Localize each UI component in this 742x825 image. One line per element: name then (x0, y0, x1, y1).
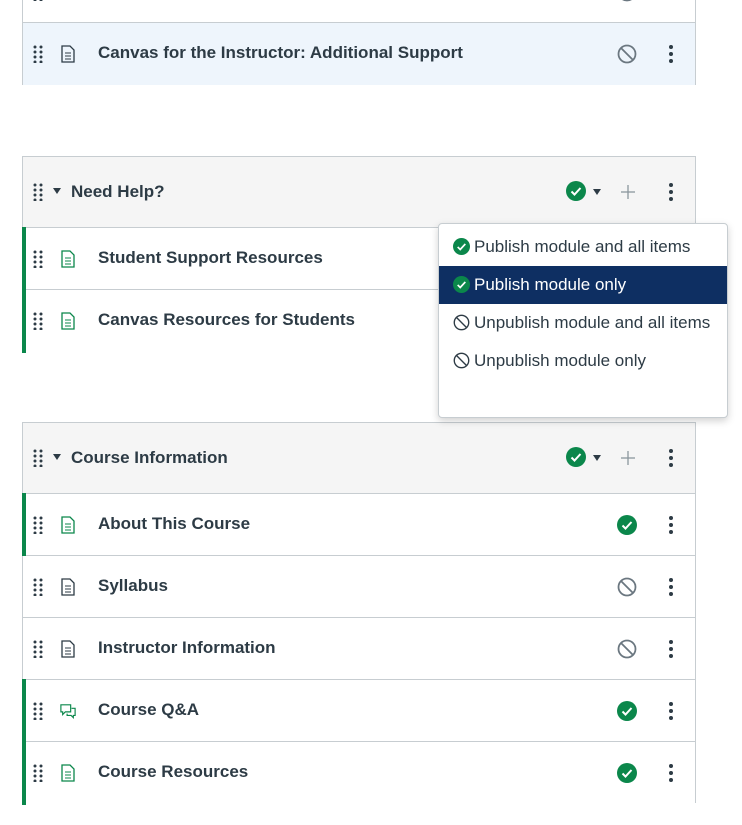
drag-handle-icon[interactable] (33, 312, 43, 330)
page-icon (61, 45, 75, 63)
module-item-title[interactable]: Syllabus (98, 556, 168, 616)
kebab-menu-icon[interactable] (663, 448, 679, 468)
kebab-menu-icon[interactable] (663, 182, 679, 202)
menu-item-unpublish-all[interactable]: Unpublish module and all items (439, 304, 727, 342)
module-item[interactable]: Instructor Information (23, 618, 695, 680)
published-check-icon[interactable] (617, 700, 637, 721)
module-item-hidden (23, 0, 695, 23)
published-check-icon (453, 276, 470, 293)
module-item-title[interactable]: Canvas for the Instructor: Additional Su… (98, 23, 463, 83)
published-check-icon[interactable] (617, 514, 637, 535)
kebab-menu-icon[interactable] (663, 515, 679, 535)
drag-handle-icon[interactable] (33, 516, 43, 534)
module-previous: Canvas for the Instructor: Additional Su… (22, 0, 696, 85)
drag-handle-icon[interactable] (33, 250, 43, 268)
page-icon (61, 249, 75, 268)
module-item[interactable]: Course Resources (22, 741, 695, 805)
published-check-icon[interactable] (617, 763, 637, 783)
modules-page: Canvas for the Instructor: Additional Su… (0, 0, 742, 825)
module-item[interactable]: About This Course (22, 493, 695, 556)
module-item-title[interactable]: About This Course (98, 494, 250, 554)
page-icon (61, 639, 75, 658)
module-header[interactable]: Course Information (23, 423, 695, 494)
menu-item-label: Unpublish module and all items (474, 313, 711, 332)
module-item-title[interactable]: Student Support Resources (98, 228, 323, 288)
module-item[interactable]: Syllabus (23, 556, 695, 618)
menu-item-publish-module-only[interactable]: Publish module only (439, 266, 727, 304)
publish-dropdown-caret-icon[interactable] (593, 455, 601, 461)
unpublished-icon[interactable] (617, 44, 637, 64)
kebab-menu-icon[interactable] (663, 639, 679, 659)
unpublished-icon[interactable] (617, 639, 637, 659)
page-icon (61, 515, 75, 534)
module-item-title[interactable]: Course Resources (98, 742, 248, 802)
add-item-icon[interactable] (619, 183, 637, 201)
kebab-menu-icon[interactable] (663, 577, 679, 597)
drag-handle-icon[interactable] (33, 183, 43, 201)
kebab-menu-icon[interactable] (663, 44, 679, 64)
module-title[interactable]: Need Help? (71, 157, 165, 227)
drag-handle-icon[interactable] (33, 449, 43, 467)
drag-handle-icon[interactable] (33, 0, 43, 1)
published-check-icon (453, 238, 470, 255)
unpublished-icon (453, 314, 470, 331)
menu-item-label: Unpublish module only (474, 351, 646, 370)
drag-handle-icon[interactable] (33, 640, 43, 658)
menu-item-label: Publish module and all items (474, 237, 691, 256)
page-icon (61, 312, 75, 330)
drag-handle-icon[interactable] (33, 764, 43, 782)
page-icon (61, 764, 75, 782)
published-check-icon[interactable] (566, 181, 586, 201)
module-item[interactable]: Course Q&A (22, 679, 695, 742)
collapse-caret-icon[interactable] (53, 454, 61, 460)
drag-handle-icon[interactable] (33, 578, 43, 596)
module-item-title[interactable]: Canvas Resources for Students (98, 290, 355, 350)
publish-dropdown-caret-icon[interactable] (593, 189, 601, 195)
module-item[interactable]: Canvas for the Instructor: Additional Su… (23, 23, 695, 85)
unpublished-icon (453, 352, 470, 369)
unpublished-icon[interactable] (617, 577, 637, 597)
drag-handle-icon[interactable] (33, 45, 43, 63)
module-course-information: Course Information About This Course Syl… (22, 422, 696, 805)
kebab-menu-icon[interactable] (663, 701, 679, 721)
published-check-icon[interactable] (566, 447, 586, 467)
discussion-icon (60, 703, 76, 719)
menu-item-unpublish-module-only[interactable]: Unpublish module only (439, 342, 727, 380)
add-item-icon[interactable] (619, 449, 637, 467)
module-item-title[interactable]: Instructor Information (98, 618, 276, 678)
kebab-menu-icon[interactable] (663, 763, 679, 783)
menu-item-publish-all[interactable]: Publish module and all items (439, 228, 727, 266)
drag-handle-icon[interactable] (33, 702, 43, 720)
module-header[interactable]: Need Help? (23, 157, 695, 228)
unpublished-icon[interactable] (617, 0, 637, 2)
module-title[interactable]: Course Information (71, 423, 228, 493)
menu-item-label: Publish module only (474, 275, 627, 294)
module-item-title[interactable]: Course Q&A (98, 680, 199, 740)
collapse-caret-icon[interactable] (53, 188, 61, 194)
page-icon (61, 577, 75, 596)
publish-menu: Publish module and all items Publish mod… (438, 223, 728, 418)
